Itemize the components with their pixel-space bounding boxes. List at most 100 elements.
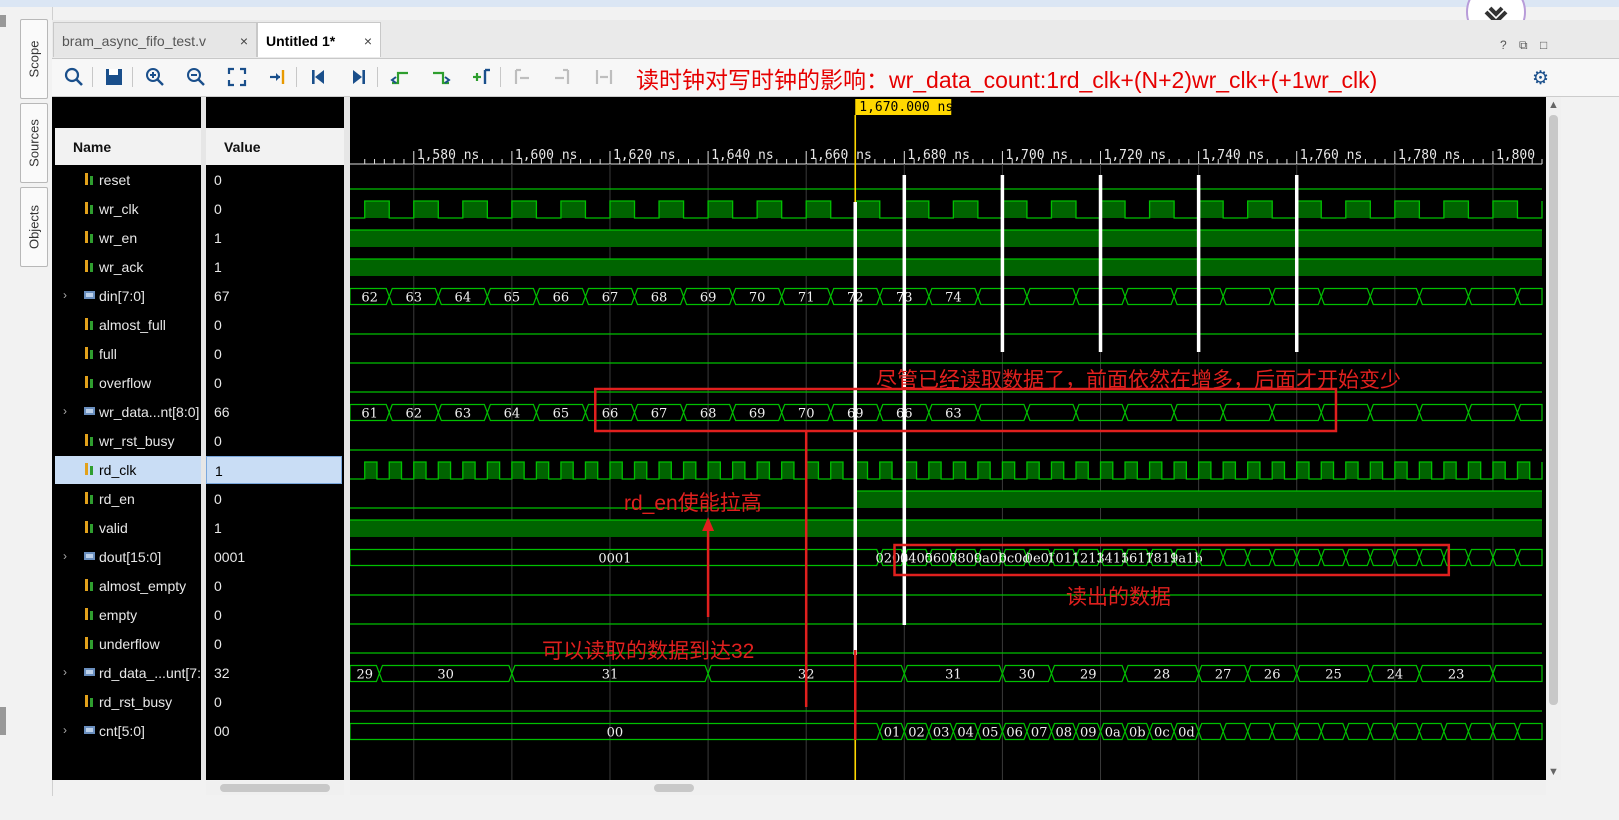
bit-signal-icon [85,173,93,185]
signal-value-valid[interactable]: 1 [206,514,342,542]
swap-cursors-icon[interactable] [592,65,616,89]
signal-row-wr-clk[interactable]: wr_clk [55,195,201,223]
tab-scope[interactable]: Scope [20,19,48,99]
signal-name: almost_full [99,317,166,333]
help-icon[interactable]: ? [1500,38,1507,52]
signal-row-empty[interactable]: empty [55,601,201,629]
signal-value-wr-en[interactable]: 1 [206,224,342,252]
wave-horizontal-scrollbar[interactable] [350,781,1546,795]
signal-value-almost-empty[interactable]: 0 [206,572,342,600]
name-column-header[interactable]: Name [55,128,201,165]
signal-row-reset[interactable]: reset [55,166,201,194]
signal-value-wr-clk[interactable]: 0 [206,195,342,223]
signal-name: din[7:0] [99,288,145,304]
signal-value-underflow[interactable]: 0 [206,630,342,658]
maximize-icon[interactable]: □ [1540,38,1547,52]
signal-row-rd-en[interactable]: rd_en [55,485,201,513]
signal-row-din-7-0[interactable]: › din[7:0] [55,282,201,310]
rd-clk-high-fill [1100,462,1113,479]
signal-value-rd-en[interactable]: 0 [206,485,342,513]
tab-objects[interactable]: Objects [20,187,48,267]
signal-value-wr-rst-busy[interactable]: 0 [206,427,342,455]
signal-row-dout-15-0[interactable]: › dout[15:0] [55,543,201,571]
expand-chevron-icon[interactable]: › [63,723,67,737]
previous-transition-icon[interactable] [388,65,412,89]
go-to-end-icon[interactable] [347,65,371,89]
rd-clk-high-fill [1296,462,1309,479]
add-marker-icon[interactable] [470,65,494,89]
goto-cursor-icon[interactable] [266,65,290,89]
signal-row-almost-empty[interactable]: almost_empty [55,572,201,600]
vertical-scrollbar[interactable]: ▲ ▼ [1546,97,1561,780]
wr-clk-high-fill [1051,201,1076,218]
signal-value-almost-full[interactable]: 0 [206,311,342,339]
search-icon[interactable] [62,65,86,89]
signal-value-rd-data-unt-7[interactable]: 32 [206,659,342,687]
expand-chevron-icon[interactable]: › [63,665,67,679]
tab-label: bram_async_fifo_test.v [62,33,206,49]
scroll-down-icon[interactable]: ▼ [1548,766,1559,778]
zoom-in-icon[interactable] [143,65,167,89]
signal-row-cnt-5-0[interactable]: › cnt[5:0] [55,717,201,745]
signal-value-rd-rst-busy[interactable]: 0 [206,688,342,716]
signal-value-rd-clk[interactable]: 1 [206,456,342,484]
signal-value-text: 0 [214,694,222,710]
scrollbar-thumb[interactable] [654,784,694,792]
next-transition-icon[interactable] [429,65,453,89]
gear-icon[interactable]: ⚙ [1532,67,1549,90]
signal-row-underflow[interactable]: underflow [55,630,201,658]
zoom-out-icon[interactable] [184,65,208,89]
signal-row-rd-rst-busy[interactable]: rd_rst_busy [55,688,201,716]
tab-bram-async-fifo-test[interactable]: bram_async_fifo_test.v × [53,22,257,57]
expand-chevron-icon[interactable]: › [63,288,67,302]
signal-value-wr-data-nt-8-0[interactable]: 66 [206,398,342,426]
tab-untitled-1[interactable]: Untitled 1* × [257,22,381,57]
signal-row-wr-data-nt-8-0[interactable]: › wr_data...nt[8:0] [55,398,201,426]
signal-value-text: 0 [214,636,222,652]
restore-icon[interactable]: ⧉ [1519,38,1528,53]
signal-row-overflow[interactable]: overflow [55,369,201,397]
previous-marker-icon[interactable] [510,65,534,89]
bus-signal-icon [84,552,95,560]
zoom-fit-icon[interactable] [225,65,249,89]
close-icon[interactable]: × [364,33,372,49]
signal-row-almost-full[interactable]: almost_full [55,311,201,339]
signal-value-reset[interactable]: 0 [206,166,342,194]
tab-sources[interactable]: Sources [20,103,48,183]
signal-value-overflow[interactable]: 0 [206,369,342,397]
signal-value-cnt-5-0[interactable]: 00 [206,717,342,745]
next-marker-icon[interactable] [551,65,575,89]
signal-value-empty[interactable]: 0 [206,601,342,629]
scrollbar-thumb[interactable] [220,784,330,792]
bus-signal-icon [84,291,95,299]
rd-data-count-value: 29 [356,668,373,683]
signal-row-wr-ack[interactable]: wr_ack [55,253,201,281]
signal-row-full[interactable]: full [55,340,201,368]
signal-row-valid[interactable]: valid [55,514,201,542]
expand-chevron-icon[interactable]: › [63,549,67,563]
signal-name: wr_en [99,230,138,246]
rd-clk-high-fill [855,462,868,479]
signal-row-wr-en[interactable]: wr_en [55,224,201,252]
rd-en-annotation: rd_en使能拉高 [624,492,762,515]
signal-row-rd-data-unt-7[interactable]: › rd_data_...unt[7: [55,659,201,687]
scroll-up-icon[interactable]: ▲ [1548,99,1559,111]
save-icon[interactable] [102,65,126,89]
signal-value-wr-ack[interactable]: 1 [206,253,342,281]
signal-value-full[interactable]: 0 [206,340,342,368]
value-horizontal-scrollbar[interactable] [206,781,344,795]
signal-name: wr_rst_busy [99,433,175,449]
close-icon[interactable]: × [240,33,248,49]
waveform-canvas[interactable]: 1,580 ns 1,600 ns 1,620 ns 1,640 ns 1,660 ns… [350,97,1544,780]
value-column-header[interactable]: Value [206,128,344,165]
signal-value-din-7-0[interactable]: 67 [206,282,342,310]
expand-chevron-icon[interactable]: › [63,404,67,418]
go-to-start-icon[interactable] [306,65,330,89]
signal-row-wr-rst-busy[interactable]: wr_rst_busy [55,427,201,455]
signal-value-dout-15-0[interactable]: 0001 [206,543,342,571]
cnt-segment [1222,722,1249,741]
cnt-segment [1296,722,1322,741]
rd-clk-high-fill [1492,462,1506,479]
signal-row-rd-clk[interactable]: rd_clk [55,456,201,484]
scrollbar-thumb[interactable] [1549,115,1558,705]
